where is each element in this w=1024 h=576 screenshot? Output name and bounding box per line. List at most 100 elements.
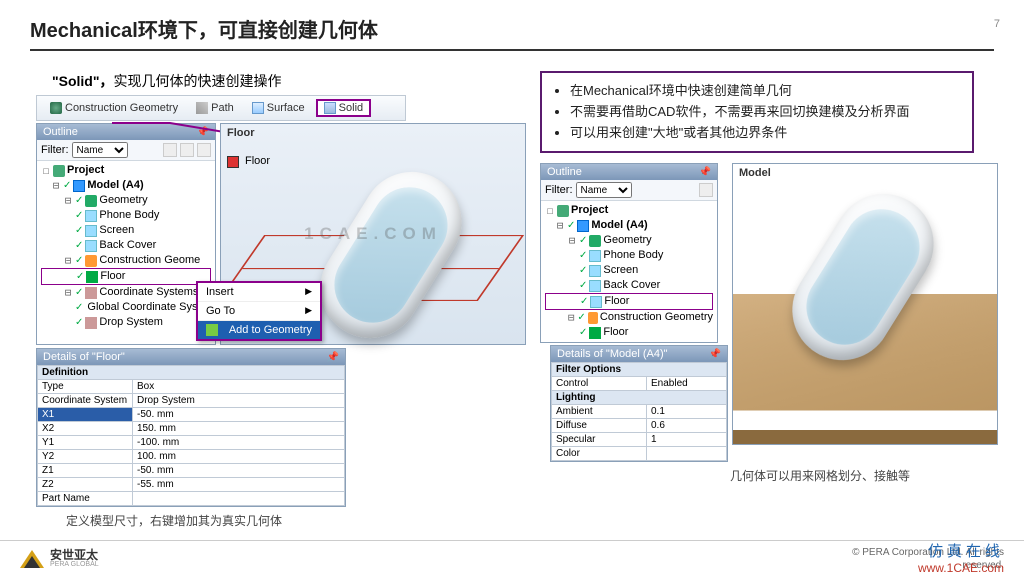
left-column: "Solid"，实现几何体的快速创建操作 Construction Geomet… <box>26 71 526 529</box>
viewport-title: Model <box>739 167 771 179</box>
outline-tree-right[interactable]: ☐Project ⊟✓Model (A4) ⊟✓Geometry ✓Phone … <box>541 201 717 342</box>
coord-icon <box>85 317 97 329</box>
filter-select[interactable]: Name <box>576 182 632 198</box>
project-node[interactable]: Project <box>571 203 608 218</box>
details-panel-model: Details of "Model (A4)"📌 Filter Options … <box>550 345 728 462</box>
phone-body-node[interactable]: Phone Body <box>99 208 159 223</box>
outline-title: Outline📌 <box>37 124 215 140</box>
construction-icon <box>85 255 97 267</box>
construction-node[interactable]: Construction Geome <box>99 253 200 268</box>
menu-goto[interactable]: Go To▶ <box>198 302 320 321</box>
row-control: ControlEnabled <box>552 377 727 391</box>
logo-triangle-icon <box>20 550 44 568</box>
pin-icon[interactable]: 📌 <box>709 349 721 360</box>
row-y2: Y2100. mm <box>38 450 345 464</box>
floor-body-node[interactable]: Floor <box>604 294 629 309</box>
phone-body-node[interactable]: Phone Body <box>603 248 663 263</box>
filter-options-group: Filter Options <box>552 363 727 377</box>
back-cover-node[interactable]: Back Cover <box>603 278 660 293</box>
back-cover-node[interactable]: Back Cover <box>99 238 156 253</box>
add-icon <box>206 324 218 336</box>
row-color: Color <box>552 447 727 461</box>
filter-select[interactable]: Name <box>72 142 128 158</box>
surface-button[interactable]: Surface <box>245 100 312 116</box>
body-icon <box>85 225 97 237</box>
viewport-title: Floor <box>227 127 255 139</box>
filter-icon-3[interactable] <box>197 143 211 157</box>
solid-callout-label: "Solid"，实现几何体的快速创建操作 <box>26 71 526 91</box>
filter-icon-1[interactable] <box>163 143 177 157</box>
row-ambient: Ambient0.1 <box>552 405 727 419</box>
brand-cn: 安世亚太 <box>50 549 99 561</box>
construction-node[interactable]: Construction Geometry <box>600 310 713 325</box>
filter-icon-2[interactable] <box>180 143 194 157</box>
geometry-icon <box>85 195 97 207</box>
slide-header: Mechanical环境下，可直接创建几何体 7 <box>0 0 1024 59</box>
row-x1: X1-50. mm <box>38 408 345 422</box>
definition-group: Definition <box>38 366 345 380</box>
construction-geometry-button[interactable]: Construction Geometry <box>43 100 185 116</box>
filter-icon[interactable] <box>699 183 713 197</box>
screen-node[interactable]: Screen <box>603 263 638 278</box>
outline-panel-right: Outline📌 Filter: Name ☐Project ⊟✓Model (… <box>540 163 718 343</box>
ground-edge <box>732 430 998 444</box>
row-z2: Z2-55. mm <box>38 478 345 492</box>
bullet-3: 可以用来创建"大地"或者其他边界条件 <box>570 123 960 144</box>
details-title: Details of "Floor" <box>43 351 125 363</box>
row-coord-system: Coordinate SystemDrop System <box>38 394 345 408</box>
body-icon <box>85 240 97 252</box>
construction-toolbar: Construction Geometry Path Surface Solid <box>36 95 406 121</box>
viewport-model[interactable]: Model <box>732 163 998 445</box>
legend-label: Floor <box>245 155 270 167</box>
geometry-icon <box>50 102 62 114</box>
overlay-brand: 仿真在线 <box>928 543 1004 563</box>
bullet-1: 在Mechanical环境中快速创建简单几何 <box>570 81 960 102</box>
legend-color <box>227 156 239 168</box>
menu-insert[interactable]: Insert▶ <box>198 283 320 302</box>
context-menu[interactable]: Insert▶ Go To▶ Add to Geometry <box>196 281 322 341</box>
path-icon <box>196 102 208 114</box>
details-table[interactable]: Definition TypeBox Coordinate SystemDrop… <box>37 365 345 506</box>
geometry-node[interactable]: Geometry <box>603 233 651 248</box>
project-icon <box>53 165 65 177</box>
model-node[interactable]: Model (A4) <box>87 178 143 193</box>
footer: 安世亚太 PERA GLOBAL © PERA Corporation Ltd.… <box>0 540 1024 576</box>
coord-icon <box>85 287 97 299</box>
solid-icon <box>324 102 336 114</box>
row-diffuse: Diffuse0.6 <box>552 419 727 433</box>
coord-systems-node[interactable]: Coordinate Systems <box>99 285 198 300</box>
screen-node[interactable]: Screen <box>99 223 134 238</box>
row-x2: X2150. mm <box>38 422 345 436</box>
right-column: 在Mechanical环境中快速创建简单几何 不需要再借助CAD软件，不需要再来… <box>540 71 998 529</box>
lighting-group: Lighting <box>552 391 727 405</box>
solid-button[interactable]: Solid <box>316 99 371 117</box>
outline-panel-left: Outline📌 Filter: Name ☐Project ⊟✓Model (… <box>36 123 216 345</box>
menu-add-to-geometry[interactable]: Add to Geometry <box>198 321 320 339</box>
floor-node[interactable]: Floor <box>603 325 628 340</box>
floor-icon <box>86 271 98 283</box>
model-node[interactable]: Model (A4) <box>591 218 647 233</box>
slide-title: Mechanical环境下，可直接创建几何体 <box>30 14 994 43</box>
brand-en: PERA GLOBAL <box>50 561 99 568</box>
row-type: TypeBox <box>38 380 345 394</box>
pin-icon[interactable]: 📌 <box>197 127 209 138</box>
floor-node[interactable]: Floor <box>100 269 125 284</box>
drop-system-node[interactable]: Drop System <box>99 315 163 330</box>
row-z1: Z1-50. mm <box>38 464 345 478</box>
pin-icon[interactable]: 📌 <box>699 167 711 178</box>
geometry-node[interactable]: Geometry <box>99 193 147 208</box>
right-caption: 几何体可以用来网格划分、接触等 <box>730 467 998 484</box>
row-specular: Specular1 <box>552 433 727 447</box>
filter-row: Filter: Name <box>37 140 215 161</box>
left-caption: 定义模型尺寸，右键增加其为真实几何体 <box>66 512 526 529</box>
brand-logo: 安世亚太 PERA GLOBAL <box>20 549 99 568</box>
header-rule <box>30 49 994 51</box>
model-icon <box>73 180 85 192</box>
details-panel-floor: Details of "Floor" 📌 Definition TypeBox C… <box>36 348 346 507</box>
path-button[interactable]: Path <box>189 100 241 116</box>
project-node[interactable]: Project <box>67 163 104 178</box>
body-icon <box>85 210 97 222</box>
outline-tree[interactable]: ☐Project ⊟✓Model (A4) ⊟✓Geometry ✓Phone … <box>37 161 215 332</box>
copyright: © PERA Corporation Ltd. All rights reser… <box>852 546 1004 572</box>
pin-icon[interactable]: 📌 <box>327 352 339 363</box>
